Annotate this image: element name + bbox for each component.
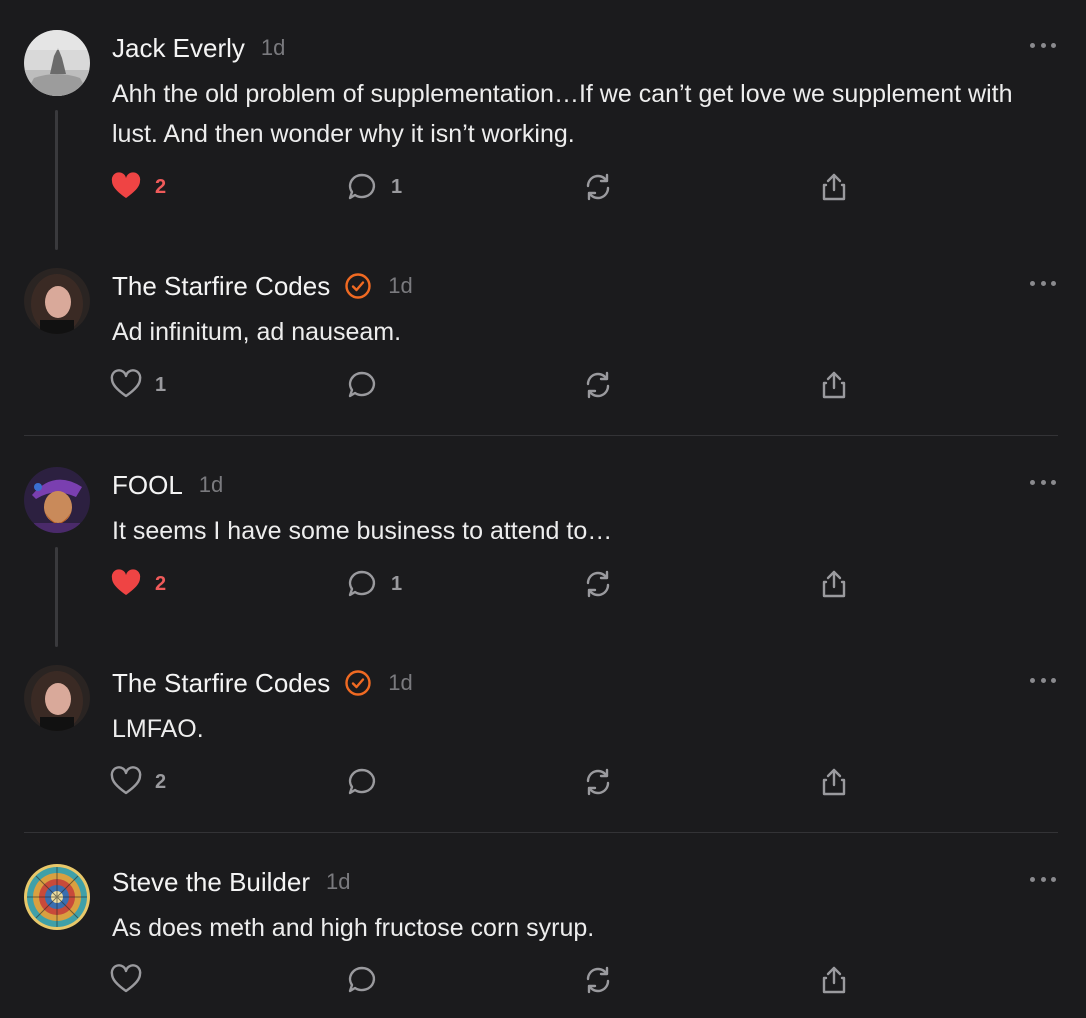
share-icon <box>822 173 846 201</box>
restack-icon <box>586 173 610 201</box>
share-icon <box>822 966 846 994</box>
reply-button[interactable]: 1 <box>346 170 402 204</box>
comment-header: The Starfire Codes 1d <box>112 666 413 700</box>
reply-button[interactable] <box>346 368 378 402</box>
jester-illustration-avatar <box>24 467 90 533</box>
speech-bubble-icon <box>348 570 376 597</box>
comment-text: It seems I have some business to attend … <box>112 517 613 545</box>
comment-actions: 2 1 <box>110 567 870 601</box>
comment-header: FOOL 1d <box>112 468 223 502</box>
more-options-icon[interactable] <box>1030 477 1056 487</box>
restack-button[interactable] <box>582 567 614 601</box>
author-name[interactable]: The Starfire Codes <box>112 668 330 699</box>
share-button[interactable] <box>818 765 850 799</box>
comment-actions: 1 <box>110 368 870 402</box>
like-button[interactable] <box>110 963 142 997</box>
divider <box>24 435 1058 436</box>
thread-line <box>55 110 58 250</box>
restack-icon <box>586 570 610 598</box>
like-count: 2 <box>155 175 167 198</box>
heart-icon <box>111 172 141 198</box>
divider <box>24 832 1058 833</box>
heart-icon <box>110 766 142 795</box>
author-name[interactable]: FOOL <box>112 470 183 501</box>
avatar[interactable] <box>24 665 90 731</box>
reply-count: 1 <box>391 572 403 595</box>
reply-count: 1 <box>391 175 403 198</box>
restack-icon <box>586 371 610 399</box>
timestamp[interactable]: 1d <box>388 273 412 299</box>
share-button[interactable] <box>818 170 850 204</box>
comment-actions: 2 1 <box>110 170 870 204</box>
speech-bubble-icon <box>348 371 376 398</box>
thread-line <box>55 547 58 647</box>
timestamp[interactable]: 1d <box>388 670 412 696</box>
heart-icon <box>110 964 142 993</box>
share-icon <box>822 371 846 399</box>
like-button[interactable]: 1 <box>110 368 166 402</box>
woman-portrait-avatar <box>24 268 90 334</box>
like-count: 2 <box>155 770 167 793</box>
verified-check-icon <box>344 272 372 300</box>
author-name[interactable]: Jack Everly <box>112 33 245 64</box>
avatar[interactable] <box>24 268 90 334</box>
restack-button[interactable] <box>582 765 614 799</box>
comment-header: Jack Everly 1d <box>112 31 285 65</box>
comment-header: The Starfire Codes 1d <box>112 269 413 303</box>
heart-icon <box>110 369 142 398</box>
more-options-icon[interactable] <box>1030 874 1056 884</box>
like-button[interactable]: 2 <box>110 170 166 204</box>
like-button[interactable]: 2 <box>110 765 166 799</box>
reply-button[interactable] <box>346 963 378 997</box>
timestamp[interactable]: 1d <box>326 869 350 895</box>
restack-icon <box>586 966 610 994</box>
verified-check-icon <box>344 669 372 697</box>
comment-text: Ahh the old problem of supplementation…I… <box>112 80 1013 148</box>
timestamp[interactable]: 1d <box>199 472 223 498</box>
share-icon <box>822 570 846 598</box>
like-button[interactable]: 2 <box>110 567 166 601</box>
timestamp[interactable]: 1d <box>261 35 285 61</box>
share-button[interactable] <box>818 368 850 402</box>
woman-portrait-avatar <box>24 665 90 731</box>
more-options-icon[interactable] <box>1030 278 1056 288</box>
share-button[interactable] <box>818 567 850 601</box>
restack-button[interactable] <box>582 368 614 402</box>
like-count: 1 <box>155 373 167 396</box>
reply-button[interactable]: 1 <box>346 567 402 601</box>
comment-actions: 2 <box>110 765 870 799</box>
comment-actions <box>110 963 870 997</box>
reply-button[interactable] <box>346 765 378 799</box>
comment-text: Ad infinitum, ad nauseam. <box>112 318 402 346</box>
comment-text: LMFAO. <box>112 715 204 743</box>
avatar[interactable] <box>24 864 90 930</box>
comment-text: As does meth and high fructose corn syru… <box>112 914 595 942</box>
restack-icon <box>586 768 610 796</box>
more-options-icon[interactable] <box>1030 675 1056 685</box>
author-name[interactable]: Steve the Builder <box>112 867 310 898</box>
avatar[interactable] <box>24 30 90 96</box>
restack-button[interactable] <box>582 963 614 997</box>
misty-landscape-avatar <box>24 30 90 96</box>
mandala-avatar <box>24 864 90 930</box>
more-options-icon[interactable] <box>1030 40 1056 50</box>
like-count: 2 <box>155 572 167 595</box>
restack-button[interactable] <box>582 170 614 204</box>
comment-header: Steve the Builder 1d <box>112 865 351 899</box>
author-name[interactable]: The Starfire Codes <box>112 271 330 302</box>
avatar[interactable] <box>24 467 90 533</box>
share-icon <box>822 768 846 796</box>
speech-bubble-icon <box>348 768 376 795</box>
speech-bubble-icon <box>348 173 376 200</box>
heart-icon <box>111 569 141 595</box>
speech-bubble-icon <box>348 966 376 993</box>
share-button[interactable] <box>818 963 850 997</box>
